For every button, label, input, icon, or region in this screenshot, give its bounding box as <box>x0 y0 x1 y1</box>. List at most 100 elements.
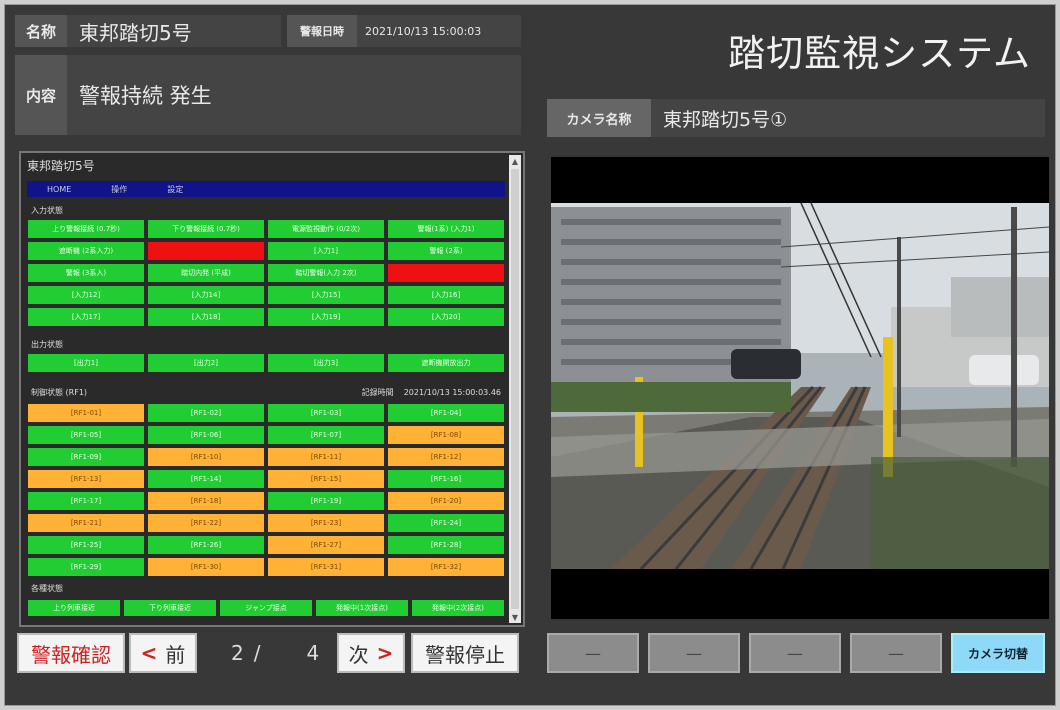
status-cell: [入力15] <box>267 285 385 305</box>
status-cell: [RF1-24] <box>387 513 505 533</box>
record-time-label: 記録時間 <box>361 387 394 397</box>
prev-page-button[interactable]: < 前 <box>129 633 197 673</box>
section-title: 出力状態 <box>31 339 63 349</box>
scroll-thumb[interactable] <box>511 169 519 609</box>
page-current: 2 <box>231 641 244 665</box>
misc-status-grid: 上り列車接近 下り列車接近 ジャンプ接点 発報中(1次接点) 発報中(2次接点) <box>27 599 505 617</box>
status-cell: [RF1-31] <box>267 557 385 577</box>
status-cell: [RF1-10] <box>147 447 265 467</box>
status-cell: [RF1-21] <box>27 513 145 533</box>
section-meta: 記録時間 2021/10/13 15:00:03.46 <box>362 387 501 398</box>
status-cell: [入力19] <box>267 307 385 327</box>
status-cell: [RF1-14] <box>147 469 265 489</box>
panel-title: 東邦踏切5号 <box>27 159 95 173</box>
status-cell: [RF1-25] <box>27 535 145 555</box>
camera-button-1[interactable]: — <box>547 633 639 673</box>
status-cell: [RF1-16] <box>387 469 505 489</box>
status-cell: 下り警報接続 (0.7秒) <box>147 219 265 239</box>
scroll-down-icon[interactable]: ▼ <box>509 611 521 623</box>
camera-button-2[interactable]: — <box>648 633 740 673</box>
status-cell: [出力1] <box>27 353 145 373</box>
status-cell: [RF1-23] <box>267 513 385 533</box>
status-cell: [RF1-13] <box>27 469 145 489</box>
content-value: 警報持続 発生 <box>67 55 521 135</box>
input-status-grid: 上り警報接続 (0.7秒) 下り警報接続 (0.7秒) 電源監視動作 (0/2次) 警… <box>27 219 505 327</box>
camera-switch-button[interactable]: カメラ切替 <box>951 633 1045 673</box>
camera-name-value: 東邦踏切5号① <box>651 99 1045 137</box>
camera-view <box>551 157 1049 619</box>
section-header: 出力状態 <box>27 337 505 351</box>
status-cell: [RF1-03] <box>267 403 385 423</box>
status-cell: [RF1-11] <box>267 447 385 467</box>
status-cell <box>147 241 265 261</box>
status-cell: [RF1-18] <box>147 491 265 511</box>
status-cell: [RF1-15] <box>267 469 385 489</box>
scroll-up-icon[interactable]: ▲ <box>509 155 521 167</box>
status-cell: [入力20] <box>387 307 505 327</box>
page-total: 4 <box>306 641 320 665</box>
app-window: 名称 東邦踏切5号 警報日時 2021/10/13 15:00:03 内容 警報… <box>4 4 1056 706</box>
status-cell: [入力12] <box>27 285 145 305</box>
section-title: 入力状態 <box>31 205 63 215</box>
next-page-label: 次 <box>348 642 369 667</box>
status-cell: 踏切警報(入力 2次) <box>267 263 385 283</box>
status-cell: 発報中(2次接点) <box>411 599 505 617</box>
record-time-value: 2021/10/13 15:00:03.46 <box>403 387 501 397</box>
status-cell: 上り列車接近 <box>27 599 121 617</box>
status-cell: 警報(1系) (入力1) <box>387 219 505 239</box>
status-cell <box>387 263 505 283</box>
camera-button-4[interactable]: — <box>850 633 942 673</box>
panel-scrollbar[interactable]: ▲ ▼ <box>509 155 521 623</box>
status-cell: [出力2] <box>147 353 265 373</box>
output-status-grid: [出力1] [出力2] [出力3] 遮断機開放出力 <box>27 353 505 373</box>
camera-name-label: カメラ名称 <box>547 99 651 137</box>
date-value: 2021/10/13 15:00:03 <box>357 15 521 47</box>
status-cell: 電源監視動作 (0/2次) <box>267 219 385 239</box>
status-cell: [RF1-12] <box>387 447 505 467</box>
nav-home-link[interactable]: HOME <box>47 185 71 194</box>
page-indicator: 2 / 4 <box>231 637 327 669</box>
status-cell: [RF1-02] <box>147 403 265 423</box>
status-cell: [RF1-29] <box>27 557 145 577</box>
status-cell: 上り警報接続 (0.7秒) <box>27 219 145 239</box>
section-title: 各種状態 <box>31 583 63 593</box>
section-title: 制御状態 (RF1) <box>31 387 88 397</box>
status-cell: [入力16] <box>387 285 505 305</box>
section-header: 制御状態 (RF1) 記録時間 2021/10/13 15:00:03.46 <box>27 385 505 399</box>
section-header: 各種状態 <box>27 581 505 595</box>
status-cell: [RF1-28] <box>387 535 505 555</box>
status-cell: [RF1-17] <box>27 491 145 511</box>
content-label: 内容 <box>15 55 67 135</box>
status-cell: [入力1] <box>267 241 385 261</box>
status-cell: [RF1-08] <box>387 425 505 445</box>
status-cell: [出力3] <box>267 353 385 373</box>
name-label: 名称 <box>15 15 67 47</box>
status-cell: [RF1-22] <box>147 513 265 533</box>
status-cell: 警報 (2系) <box>387 241 505 261</box>
next-page-button[interactable]: 次 > <box>337 633 405 673</box>
nav-operate-link[interactable]: 操作 <box>111 184 127 195</box>
status-cell: [入力14] <box>147 285 265 305</box>
status-cell: [入力17] <box>27 307 145 327</box>
alarm-confirm-button[interactable]: 警報確認 <box>17 633 125 673</box>
date-label: 警報日時 <box>287 15 357 47</box>
app-title: 踏切監視システム <box>728 32 1031 75</box>
page-separator: / <box>253 641 261 665</box>
status-cell: 踏切内発 (平成) <box>147 263 265 283</box>
status-cell: [RF1-04] <box>387 403 505 423</box>
status-cell: 警報 (3系入) <box>27 263 145 283</box>
camera-button-3[interactable]: — <box>749 633 841 673</box>
status-cell: [RF1-19] <box>267 491 385 511</box>
prev-page-label: 前 <box>165 642 186 667</box>
status-cell: [RF1-27] <box>267 535 385 555</box>
chevron-right-icon: > <box>376 641 394 665</box>
nav-settings-link[interactable]: 設定 <box>167 184 183 195</box>
status-cell: [RF1-07] <box>267 425 385 445</box>
panel-nav-bar: HOME 操作 設定 <box>27 181 505 197</box>
alarm-stop-button[interactable]: 警報停止 <box>411 633 519 673</box>
status-cell: 下り列車接近 <box>123 599 217 617</box>
status-cell: 発報中(1次接点) <box>315 599 409 617</box>
status-cell: [RF1-05] <box>27 425 145 445</box>
status-cell: [RF1-32] <box>387 557 505 577</box>
status-cell: ジャンプ接点 <box>219 599 313 617</box>
